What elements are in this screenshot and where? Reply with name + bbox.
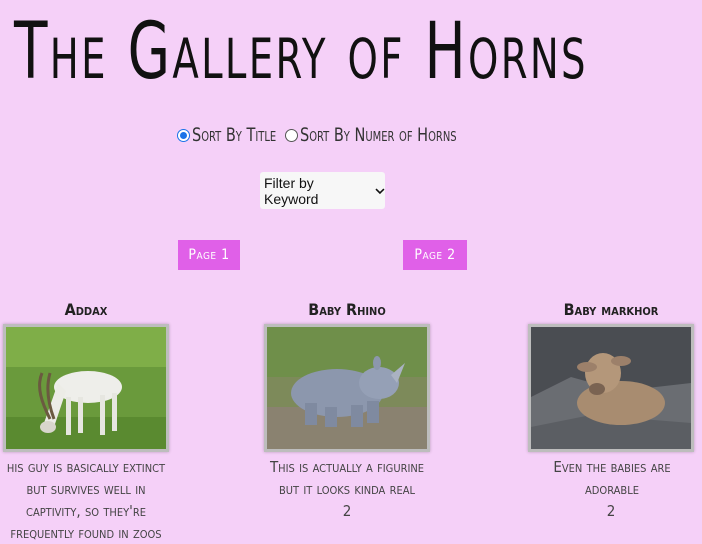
filter-selected-value: Filter by Keyword — [264, 174, 319, 207]
gallery-card-baby-markhor: Baby markhor Even the babies are adorabl… — [527, 298, 695, 522]
card-title: Baby Rhino — [308, 300, 386, 319]
addax-image — [3, 324, 169, 452]
sort-by-horns-option[interactable]: Sort By Numer of Horns — [283, 124, 484, 146]
page-title: The Gallery of Horns — [14, 7, 588, 97]
sort-options: Sort By Title Sort By Numer of Horns — [175, 122, 484, 148]
horn-count: 2 — [342, 502, 352, 520]
page-2-button[interactable]: Page 2 — [403, 240, 467, 270]
chevron-down-icon — [375, 187, 385, 194]
card-description: This is actually a figurine but it looks… — [269, 458, 425, 498]
gallery-card-addax: Addax his guy is basically extinct but s… — [0, 298, 172, 544]
baby-rhino-image — [264, 324, 430, 452]
sort-by-title-option[interactable]: Sort By Title — [175, 124, 291, 146]
card-description: Even the babies are adorable — [553, 458, 671, 498]
sort-by-horns-radio[interactable] — [285, 128, 299, 142]
page-1-button[interactable]: Page 1 — [178, 240, 240, 270]
card-description: his guy is basically extinct but survive… — [6, 458, 166, 542]
card-title: Baby markhor — [563, 300, 659, 319]
gallery-card-baby-rhino: Baby Rhino This is actually a figurine b… — [262, 298, 432, 522]
keyword-filter-select[interactable]: Filter by Keyword — [260, 172, 385, 209]
card-title: Addax — [64, 300, 108, 319]
sort-by-title-label: Sort By Title — [192, 124, 277, 146]
horn-count: 2 — [606, 502, 616, 520]
sort-by-horns-label: Sort By Numer of Horns — [300, 124, 457, 146]
baby-markhor-image — [528, 324, 694, 452]
sort-by-title-radio[interactable] — [177, 128, 190, 142]
